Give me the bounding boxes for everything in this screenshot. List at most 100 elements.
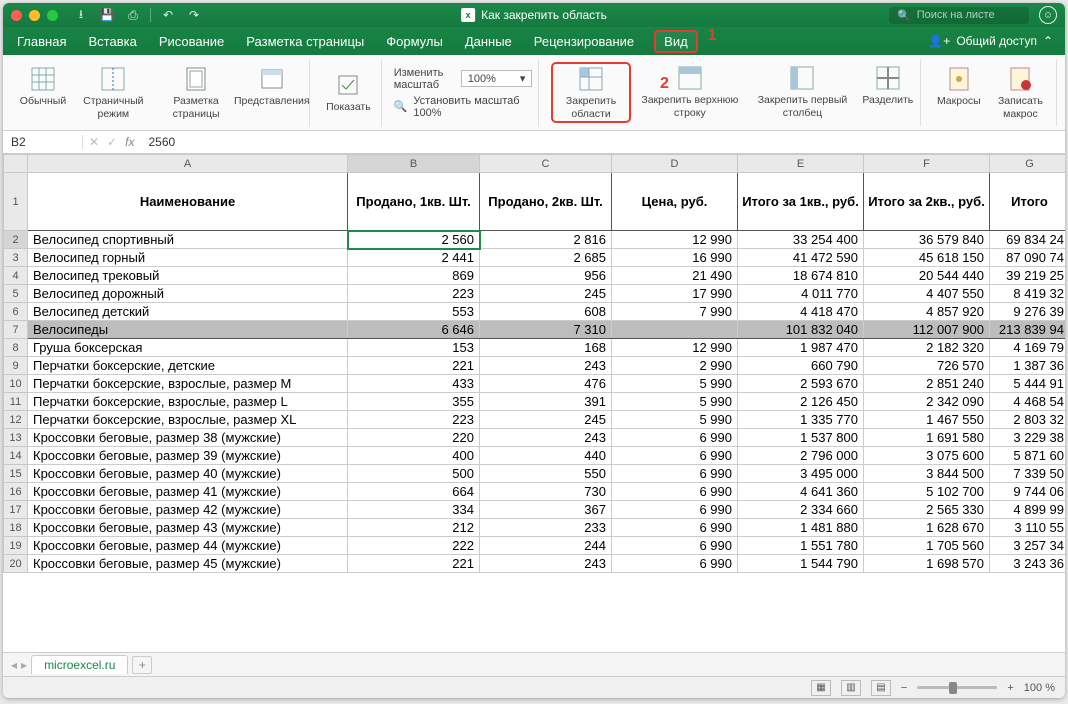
autosave-icon[interactable]: ⭳: [72, 7, 90, 23]
cell-total[interactable]: 4 468 54: [990, 393, 1066, 411]
view-layout-icon[interactable]: ▥: [841, 680, 861, 696]
cell-t1[interactable]: 3 495 000: [738, 465, 864, 483]
cell-name[interactable]: Велосипед детский: [28, 303, 348, 321]
cell-t2[interactable]: 2 182 320: [864, 339, 990, 357]
collapse-ribbon-icon[interactable]: ⌃: [1043, 34, 1053, 48]
freeze-first-col-button[interactable]: Закрепить первый столбец: [749, 62, 856, 122]
cell-price[interactable]: 16 990: [612, 249, 738, 267]
cell-total[interactable]: 1 387 36: [990, 357, 1066, 375]
cell-total[interactable]: 5 871 60: [990, 447, 1066, 465]
table-row[interactable]: 12Перчатки боксерские, взрослые, размер …: [4, 411, 1066, 429]
cell-t2[interactable]: 4 857 920: [864, 303, 990, 321]
cell-q2[interactable]: 243: [480, 429, 612, 447]
tab-data[interactable]: Данные: [463, 31, 514, 52]
cell-t1[interactable]: 4 011 770: [738, 285, 864, 303]
sheet-area[interactable]: A B C D E F G 1 Наименование Продано, 1к…: [3, 154, 1065, 652]
cell-q1[interactable]: 664: [348, 483, 480, 501]
freeze-top-row-button[interactable]: Закрепить верхнюю строку: [637, 62, 743, 122]
cell-total[interactable]: 213 839 94: [990, 321, 1066, 339]
table-row[interactable]: 15Кроссовки беговые, размер 40 (мужские)…: [4, 465, 1066, 483]
cell-t1[interactable]: 41 472 590: [738, 249, 864, 267]
cell-q2[interactable]: 2 685: [480, 249, 612, 267]
tab-insert[interactable]: Вставка: [86, 31, 138, 52]
cell-name[interactable]: Перчатки боксерские, взрослые, размер L: [28, 393, 348, 411]
cell-price[interactable]: [612, 321, 738, 339]
maximize-window[interactable]: [47, 10, 58, 21]
cell-q2[interactable]: 245: [480, 285, 612, 303]
row-header[interactable]: 15: [4, 465, 28, 483]
cell-price[interactable]: 5 990: [612, 375, 738, 393]
row-header[interactable]: 18: [4, 519, 28, 537]
cell-q1[interactable]: 220: [348, 429, 480, 447]
cell-price[interactable]: 12 990: [612, 231, 738, 249]
cell-t2[interactable]: 1 467 550: [864, 411, 990, 429]
table-row[interactable]: 17Кроссовки беговые, размер 42 (мужские)…: [4, 501, 1066, 519]
zoom-100-button[interactable]: 🔍 Установить масштаб 100%: [394, 95, 533, 119]
row-header[interactable]: 5: [4, 285, 28, 303]
table-row[interactable]: 14Кроссовки беговые, размер 39 (мужские)…: [4, 447, 1066, 465]
cell-t2[interactable]: 36 579 840: [864, 231, 990, 249]
zoom-out-button[interactable]: −: [901, 682, 907, 694]
custom-views-button[interactable]: Представления: [240, 63, 303, 121]
cell-total[interactable]: 39 219 25: [990, 267, 1066, 285]
cell-name[interactable]: Кроссовки беговые, размер 40 (мужские): [28, 465, 348, 483]
cell-price[interactable]: 12 990: [612, 339, 738, 357]
cell-total[interactable]: 3 243 36: [990, 555, 1066, 573]
tab-view[interactable]: Вид: [654, 30, 698, 53]
cell-q2[interactable]: 608: [480, 303, 612, 321]
cell-name[interactable]: Кроссовки беговые, размер 41 (мужские): [28, 483, 348, 501]
row-header[interactable]: 16: [4, 483, 28, 501]
cell-t1[interactable]: 18 674 810: [738, 267, 864, 285]
cell-price[interactable]: 6 990: [612, 429, 738, 447]
cell-t1[interactable]: 2 334 660: [738, 501, 864, 519]
cell-total[interactable]: 4 169 79: [990, 339, 1066, 357]
cell-q1[interactable]: 222: [348, 537, 480, 555]
cell-q1[interactable]: 6 646: [348, 321, 480, 339]
row-header[interactable]: 4: [4, 267, 28, 285]
view-break-icon[interactable]: ▤: [871, 680, 891, 696]
cell-q1[interactable]: 553: [348, 303, 480, 321]
undo-icon[interactable]: ↶: [159, 7, 177, 23]
cell-price[interactable]: 6 990: [612, 555, 738, 573]
page-layout-button[interactable]: Разметка страницы: [158, 63, 235, 121]
cell-q1[interactable]: 212: [348, 519, 480, 537]
cell-t1[interactable]: 1 335 770: [738, 411, 864, 429]
cell-q1[interactable]: 869: [348, 267, 480, 285]
cell-q2[interactable]: 168: [480, 339, 612, 357]
cell-name[interactable]: Кроссовки беговые, размер 39 (мужские): [28, 447, 348, 465]
cell-t2[interactable]: 1 698 570: [864, 555, 990, 573]
zoom-value[interactable]: 100 %: [1024, 682, 1055, 694]
cell-q2[interactable]: 391: [480, 393, 612, 411]
print-icon[interactable]: ⎙: [124, 7, 142, 23]
cell-q2[interactable]: 7 310: [480, 321, 612, 339]
cell-t2[interactable]: 4 407 550: [864, 285, 990, 303]
cell-t1[interactable]: 2 126 450: [738, 393, 864, 411]
cell-name[interactable]: Перчатки боксерские, детские: [28, 357, 348, 375]
cell-t2[interactable]: 20 544 440: [864, 267, 990, 285]
cell-t2[interactable]: 2 851 240: [864, 375, 990, 393]
cell-name[interactable]: Велосипед дорожный: [28, 285, 348, 303]
zoom-select[interactable]: 100%▾: [461, 70, 533, 87]
view-normal-icon[interactable]: ▦: [811, 680, 831, 696]
cell-price[interactable]: 6 990: [612, 537, 738, 555]
table-row[interactable]: 8Груша боксерская15316812 9901 987 4702 …: [4, 339, 1066, 357]
row-header[interactable]: 2: [4, 231, 28, 249]
row-header[interactable]: 14: [4, 447, 28, 465]
cell-q1[interactable]: 500: [348, 465, 480, 483]
cell-t2[interactable]: 726 570: [864, 357, 990, 375]
close-window[interactable]: [11, 10, 22, 21]
freeze-panes-button[interactable]: Закрепить области: [551, 62, 630, 122]
record-macro-button[interactable]: Записать макрос: [991, 63, 1050, 121]
fx-icon[interactable]: fx: [125, 135, 134, 149]
table-row[interactable]: 16Кроссовки беговые, размер 41 (мужские)…: [4, 483, 1066, 501]
row-header[interactable]: 9: [4, 357, 28, 375]
cell-t1[interactable]: 1 481 880: [738, 519, 864, 537]
cell-total[interactable]: 8 419 32: [990, 285, 1066, 303]
cell-name[interactable]: Кроссовки беговые, размер 44 (мужские): [28, 537, 348, 555]
add-sheet-button[interactable]: +: [132, 656, 152, 674]
cell-q2[interactable]: 233: [480, 519, 612, 537]
cell-t2[interactable]: 3 844 500: [864, 465, 990, 483]
tab-nav-first-icon[interactable]: ◂: [11, 658, 17, 672]
table-row[interactable]: 10Перчатки боксерские, взрослые, размер …: [4, 375, 1066, 393]
cell-name[interactable]: Велосипед горный: [28, 249, 348, 267]
